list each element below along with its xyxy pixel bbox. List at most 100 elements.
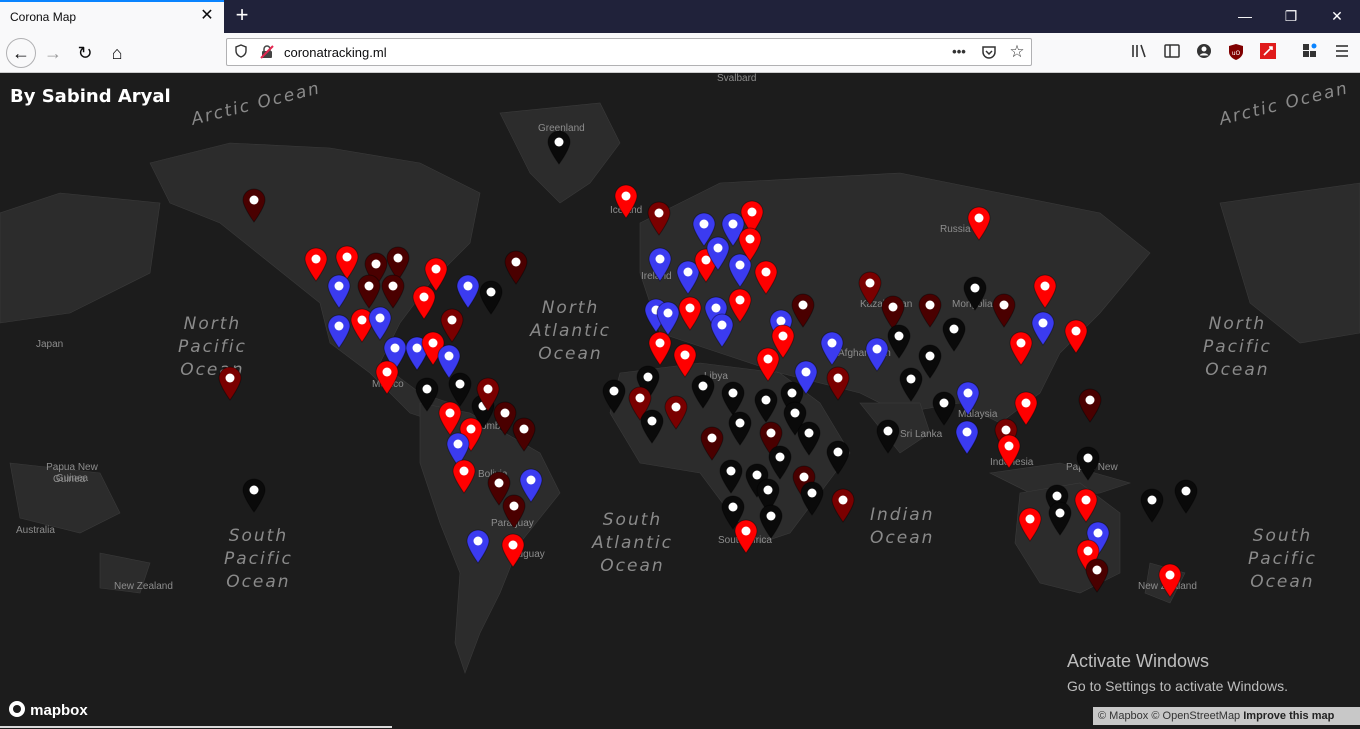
location-marker-blue[interactable] bbox=[326, 313, 352, 349]
world-map[interactable]: By Sabind Aryal Arctic Ocean Arctic Ocea… bbox=[0, 73, 1360, 729]
location-marker-red[interactable] bbox=[753, 259, 779, 295]
bookmark-star-icon[interactable]: ☆ bbox=[1009, 43, 1025, 60]
location-marker-black[interactable] bbox=[753, 387, 779, 423]
location-marker-maroon[interactable] bbox=[475, 376, 501, 412]
location-marker-maroon[interactable] bbox=[646, 200, 672, 236]
url-bar[interactable]: coronatracking.ml ••• ☆ bbox=[226, 38, 1032, 66]
location-marker-red[interactable] bbox=[1073, 487, 1099, 523]
location-marker-blue[interactable] bbox=[367, 305, 393, 341]
forward-button[interactable]: → bbox=[38, 38, 68, 68]
location-marker-darkred[interactable] bbox=[699, 425, 725, 461]
back-button[interactable]: ← bbox=[6, 38, 36, 68]
location-marker-black[interactable] bbox=[898, 366, 924, 402]
location-marker-black[interactable] bbox=[546, 129, 572, 165]
location-marker-darkred[interactable] bbox=[503, 249, 529, 285]
mapbox-attribution-link[interactable]: © Mapbox bbox=[1098, 710, 1148, 722]
extension-icon[interactable] bbox=[1258, 43, 1278, 63]
location-marker-black[interactable] bbox=[1047, 500, 1073, 536]
location-marker-blue[interactable] bbox=[954, 419, 980, 455]
location-marker-darkred[interactable] bbox=[511, 416, 537, 452]
location-marker-darkred[interactable] bbox=[241, 187, 267, 223]
location-marker-blue[interactable] bbox=[647, 246, 673, 282]
apps-icon[interactable] bbox=[1300, 43, 1320, 63]
new-tab-button[interactable]: + bbox=[230, 3, 254, 27]
tab-corona-map[interactable]: Corona Map ✕ bbox=[0, 0, 224, 33]
location-marker-darkred[interactable] bbox=[380, 273, 406, 309]
location-marker-red[interactable] bbox=[677, 295, 703, 331]
location-marker-red[interactable] bbox=[411, 284, 437, 320]
url-text[interactable]: coronatracking.ml bbox=[284, 45, 387, 60]
scrollbar-track[interactable] bbox=[0, 726, 392, 728]
location-marker-black[interactable] bbox=[478, 279, 504, 315]
location-marker-black[interactable] bbox=[727, 410, 753, 446]
account-icon[interactable] bbox=[1194, 43, 1214, 63]
location-marker-red[interactable] bbox=[755, 346, 781, 382]
location-marker-black[interactable] bbox=[875, 418, 901, 454]
location-marker-blue[interactable] bbox=[864, 336, 890, 372]
shield-icon[interactable] bbox=[233, 44, 249, 60]
close-tab-icon[interactable]: ✕ bbox=[198, 7, 216, 25]
location-marker-black[interactable] bbox=[941, 316, 967, 352]
sidebar-icon[interactable] bbox=[1162, 43, 1182, 63]
location-marker-darkred[interactable] bbox=[356, 273, 382, 309]
home-button[interactable]: ⌂ bbox=[102, 38, 132, 68]
location-marker-maroon[interactable] bbox=[663, 394, 689, 430]
location-marker-red[interactable] bbox=[374, 359, 400, 395]
location-marker-black[interactable] bbox=[799, 480, 825, 516]
location-marker-maroon[interactable] bbox=[830, 487, 856, 523]
library-icon[interactable] bbox=[1130, 43, 1150, 63]
location-marker-black[interactable] bbox=[825, 439, 851, 475]
location-marker-black[interactable] bbox=[601, 378, 627, 414]
location-marker-darkred[interactable] bbox=[917, 292, 943, 328]
location-marker-red[interactable] bbox=[1017, 506, 1043, 542]
location-marker-darkred[interactable] bbox=[790, 292, 816, 328]
location-marker-red[interactable] bbox=[1157, 562, 1183, 598]
osm-attribution-link[interactable]: © OpenStreetMap bbox=[1151, 710, 1240, 722]
location-marker-red[interactable] bbox=[1032, 273, 1058, 309]
location-marker-black[interactable] bbox=[962, 275, 988, 311]
location-marker-blue[interactable] bbox=[465, 528, 491, 564]
location-marker-red[interactable] bbox=[733, 518, 759, 554]
reload-button[interactable]: ↻ bbox=[70, 38, 100, 68]
close-window-button[interactable]: ✕ bbox=[1314, 0, 1360, 33]
location-marker-red[interactable] bbox=[451, 458, 477, 494]
location-marker-blue[interactable] bbox=[709, 312, 735, 348]
location-marker-blue[interactable] bbox=[1030, 310, 1056, 346]
location-marker-black[interactable] bbox=[1139, 487, 1165, 523]
location-marker-darkred[interactable] bbox=[1084, 557, 1110, 593]
ublock-icon[interactable]: uO bbox=[1226, 43, 1246, 63]
location-marker-red[interactable] bbox=[966, 205, 992, 241]
location-marker-red[interactable] bbox=[647, 330, 673, 366]
location-marker-blue[interactable] bbox=[705, 235, 731, 271]
location-marker-darkred[interactable] bbox=[991, 292, 1017, 328]
page-actions-icon[interactable]: ••• bbox=[951, 44, 967, 60]
location-marker-black[interactable] bbox=[767, 444, 793, 480]
location-marker-maroon[interactable] bbox=[825, 365, 851, 401]
location-marker-maroon[interactable] bbox=[439, 307, 465, 343]
restore-button[interactable]: ❐ bbox=[1268, 0, 1314, 33]
location-marker-black[interactable] bbox=[758, 503, 784, 539]
location-marker-blue[interactable] bbox=[819, 330, 845, 366]
improve-map-link[interactable]: Improve this map bbox=[1243, 710, 1334, 722]
minimize-button[interactable]: — bbox=[1222, 0, 1268, 33]
insecure-lock-icon[interactable] bbox=[259, 44, 275, 60]
location-marker-black[interactable] bbox=[796, 420, 822, 456]
location-marker-red[interactable] bbox=[1063, 318, 1089, 354]
location-marker-black[interactable] bbox=[718, 458, 744, 494]
menu-icon[interactable] bbox=[1332, 43, 1352, 63]
location-marker-black[interactable] bbox=[690, 373, 716, 409]
pocket-icon[interactable] bbox=[981, 44, 997, 60]
mapbox-logo[interactable]: mapbox bbox=[8, 700, 88, 719]
location-marker-red[interactable] bbox=[500, 532, 526, 568]
location-marker-blue[interactable] bbox=[326, 273, 352, 309]
location-marker-blue[interactable] bbox=[955, 380, 981, 416]
location-marker-black[interactable] bbox=[1173, 478, 1199, 514]
location-marker-red[interactable] bbox=[996, 433, 1022, 469]
location-marker-black[interactable] bbox=[241, 477, 267, 513]
location-marker-black[interactable] bbox=[1075, 445, 1101, 481]
location-marker-maroon[interactable] bbox=[217, 365, 243, 401]
location-marker-red[interactable] bbox=[737, 226, 763, 262]
location-marker-darkred[interactable] bbox=[501, 493, 527, 529]
location-marker-red[interactable] bbox=[613, 183, 639, 219]
location-marker-darkred[interactable] bbox=[1077, 387, 1103, 423]
